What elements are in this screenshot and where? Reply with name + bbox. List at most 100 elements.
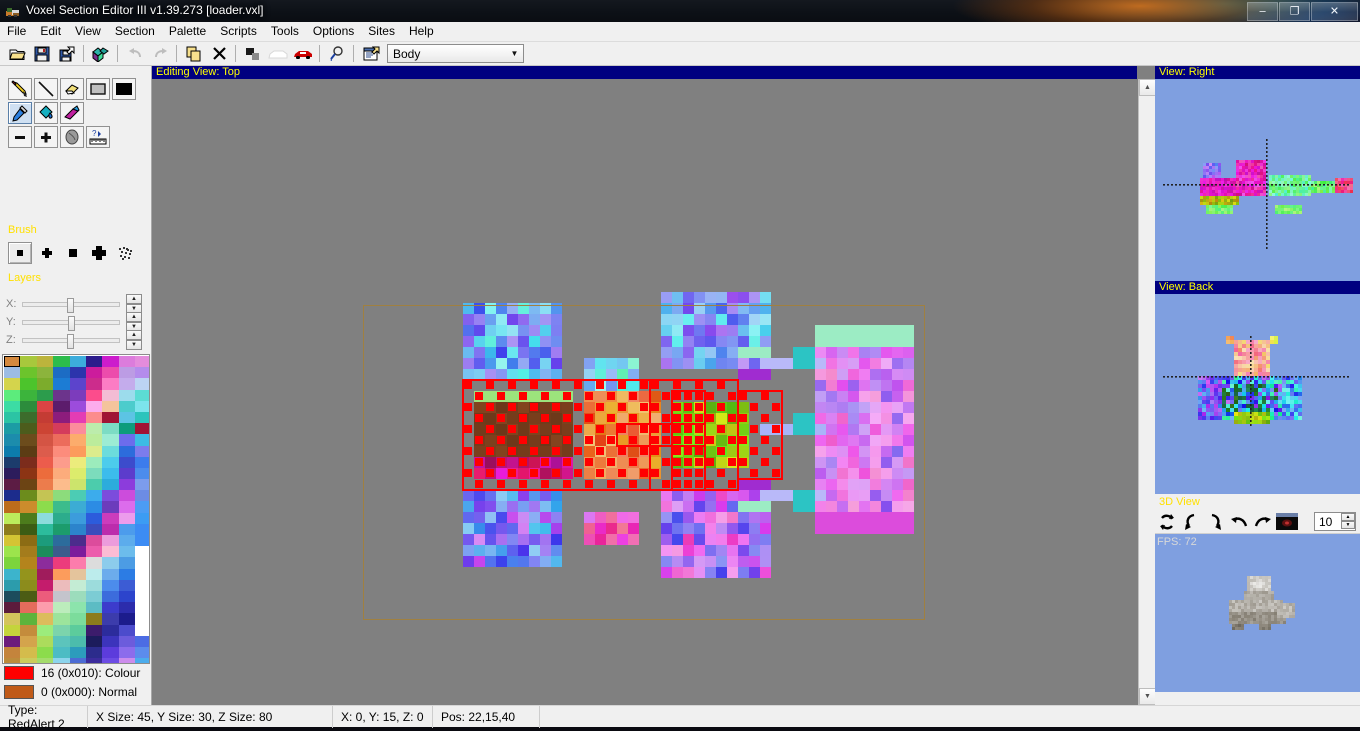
redo-button[interactable] [148, 43, 172, 65]
palette-swatch[interactable] [69, 635, 86, 647]
palette-swatch[interactable] [53, 535, 70, 547]
palette-swatch[interactable] [53, 411, 70, 424]
palette-swatch[interactable] [53, 602, 70, 614]
palette-swatch[interactable] [102, 658, 119, 663]
palette-swatch[interactable] [4, 546, 21, 558]
palette-swatch[interactable] [69, 512, 86, 524]
palette-swatch[interactable] [85, 512, 103, 524]
palette-swatch[interactable] [85, 523, 103, 535]
layer-x-track[interactable] [22, 297, 120, 313]
palette-swatch[interactable] [69, 434, 86, 446]
save-file-button[interactable] [30, 43, 54, 65]
palette-swatch[interactable] [36, 479, 54, 491]
palette-swatch[interactable] [135, 523, 149, 535]
properties-button[interactable] [359, 43, 383, 65]
palette-swatch[interactable] [4, 378, 21, 390]
palette-swatch[interactable] [36, 378, 54, 390]
palette-swatch[interactable] [53, 613, 70, 625]
palette-swatch[interactable] [53, 646, 70, 659]
palette-swatch[interactable] [4, 445, 21, 457]
palette-swatch[interactable] [36, 445, 54, 457]
palette-swatch[interactable] [102, 367, 119, 379]
palette-swatch[interactable] [53, 456, 70, 468]
brush-cross[interactable] [88, 242, 110, 264]
palette-swatch[interactable] [69, 590, 86, 603]
palette-swatch[interactable] [36, 635, 54, 647]
palette-swatch[interactable] [102, 635, 119, 647]
palette-swatch[interactable] [118, 389, 136, 401]
palette-swatch[interactable] [118, 445, 136, 457]
minus-tool[interactable] [8, 126, 32, 148]
palette-swatch[interactable] [53, 590, 70, 603]
palette-swatch[interactable] [36, 613, 54, 625]
palette-swatch[interactable] [118, 523, 136, 535]
palette-swatch[interactable] [69, 423, 86, 435]
palette-swatch[interactable] [85, 535, 103, 547]
palette-swatch[interactable] [36, 658, 54, 663]
palette-swatch[interactable] [69, 613, 86, 625]
palette-swatch[interactable] [85, 568, 103, 580]
palette-swatch[interactable] [85, 490, 103, 502]
palette-swatch[interactable] [36, 501, 54, 513]
palette-swatch[interactable] [118, 546, 136, 558]
palette-swatch[interactable] [36, 456, 54, 468]
line-tool[interactable] [34, 78, 58, 100]
palette-swatch[interactable] [36, 624, 54, 636]
palette-swatch[interactable] [36, 400, 54, 412]
palette-swatch[interactable] [4, 590, 21, 603]
palette-swatch[interactable] [36, 512, 54, 524]
blob-tool[interactable] [60, 126, 84, 148]
palette-swatch[interactable] [53, 523, 70, 535]
palette-swatch[interactable] [135, 512, 149, 524]
palette-swatch[interactable] [118, 590, 136, 603]
scroll-down-arrow[interactable]: ▼ [1139, 688, 1156, 705]
palette-swatch[interactable] [69, 400, 86, 412]
copy-button[interactable] [182, 43, 206, 65]
palette-swatch[interactable] [85, 613, 103, 625]
palette-swatch[interactable] [118, 635, 136, 647]
palette-swatch[interactable] [102, 546, 119, 558]
palette-swatch[interactable] [135, 590, 149, 603]
palette-swatch[interactable] [4, 658, 21, 663]
palette-swatch[interactable] [4, 423, 21, 435]
palette-swatch[interactable] [20, 512, 37, 524]
palette-swatch[interactable] [135, 613, 149, 625]
palette-swatch[interactable] [53, 658, 70, 663]
palette-swatch[interactable] [118, 602, 136, 614]
palette-swatch[interactable] [135, 535, 149, 547]
palette-swatch[interactable] [20, 646, 37, 659]
layer-x-spinner[interactable]: ▲ ▼ [126, 294, 142, 314]
palette-swatch[interactable] [36, 579, 54, 591]
brush-plus[interactable] [36, 242, 58, 264]
palette-swatch[interactable] [85, 356, 103, 368]
menu-item-scripts[interactable]: Scripts [213, 22, 264, 41]
palette-swatch[interactable] [69, 602, 86, 614]
palette-swatch[interactable] [20, 467, 37, 480]
palette-swatch[interactable] [85, 602, 103, 614]
section-combo[interactable]: Body ▼ [387, 44, 524, 63]
palette-swatch[interactable] [36, 546, 54, 558]
palette-swatch[interactable] [53, 423, 70, 435]
palette-swatch[interactable] [102, 434, 119, 446]
palette-swatch[interactable] [4, 400, 21, 412]
palette-swatch[interactable] [135, 568, 149, 580]
palette-swatch[interactable] [20, 378, 37, 390]
primary-color-swatch[interactable] [4, 666, 34, 680]
palette-swatch[interactable] [53, 568, 70, 580]
palette-swatch[interactable] [118, 434, 136, 446]
layer-x-thumb[interactable] [67, 297, 74, 313]
menu-item-file[interactable]: File [0, 22, 33, 41]
palette-swatch[interactable] [135, 490, 149, 502]
palette-swatch[interactable] [85, 557, 103, 569]
palette-swatch[interactable] [118, 490, 136, 502]
palette-swatch[interactable] [20, 546, 37, 558]
palette-swatch[interactable] [118, 535, 136, 547]
palette-swatch[interactable] [69, 546, 86, 558]
palette-swatch[interactable] [36, 646, 54, 659]
palette-swatch[interactable] [36, 367, 54, 379]
palette-swatch[interactable] [69, 557, 86, 569]
palette-swatch[interactable] [4, 613, 21, 625]
fill-tool[interactable] [34, 102, 58, 124]
palette-swatch[interactable] [69, 646, 86, 659]
palette-swatch[interactable] [118, 356, 136, 368]
